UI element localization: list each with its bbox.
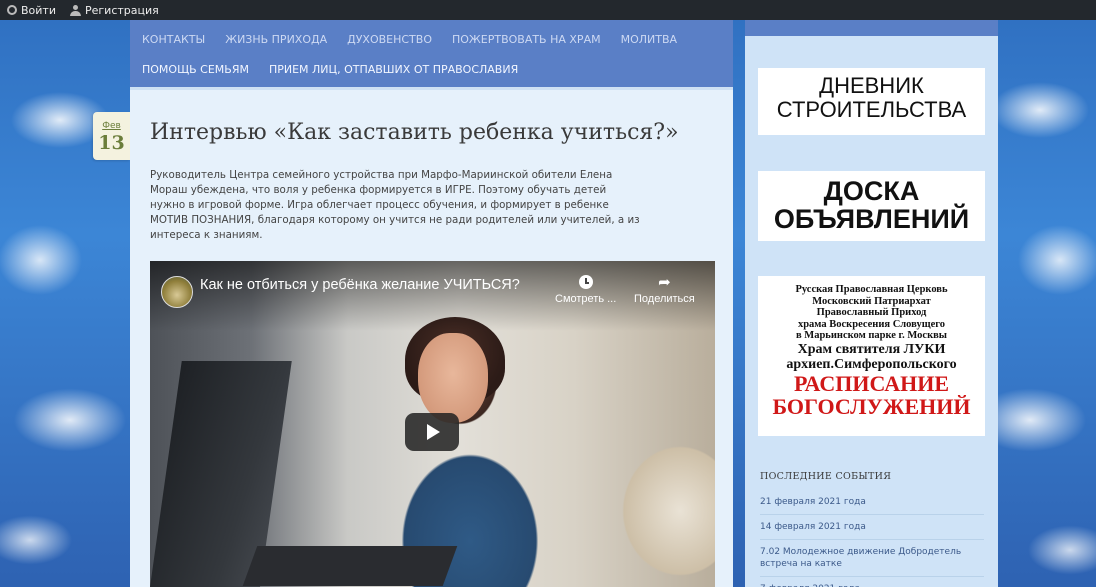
nav-separator bbox=[130, 87, 733, 90]
channel-avatar[interactable] bbox=[161, 276, 193, 308]
login-link[interactable]: Войти bbox=[0, 0, 63, 20]
nav-item-clergy[interactable]: ДУХОВЕНСТВО bbox=[347, 33, 432, 46]
post-date-day: 13 bbox=[98, 132, 125, 154]
watch-later-label: Смотреть ... bbox=[555, 293, 617, 305]
recent-events-heading: ПОСЛЕДНИЕ СОБЫТИЯ bbox=[760, 471, 892, 482]
clock-icon bbox=[578, 275, 593, 289]
bulletin-board-banner[interactable]: ДОСКА ОБЪЯВЛЕНИЙ bbox=[758, 171, 985, 241]
play-button[interactable] bbox=[405, 413, 459, 451]
nav-item-reception[interactable]: ПРИЕМ ЛИЦ, ОТПАВШИХ ОТ ПРАВОСЛАВИЯ bbox=[269, 63, 518, 76]
banner3-line-1: Русская Православная Церковь bbox=[795, 284, 948, 295]
admin-bar: Войти Регистрация bbox=[0, 0, 1096, 20]
register-label: Регистрация bbox=[84, 3, 159, 17]
post-date-badge[interactable]: Фев 13 bbox=[93, 112, 130, 160]
nav-item-family-help[interactable]: ПОМОЩЬ СЕМЬЯМ bbox=[142, 63, 249, 76]
nav-item-prayer[interactable]: МОЛИТВА bbox=[621, 33, 677, 46]
construction-diary-banner[interactable]: ДНЕВНИК СТРОИТЕЛЬСТВА bbox=[758, 68, 985, 135]
share-label: Поделиться bbox=[634, 293, 695, 305]
service-schedule-banner[interactable]: Русская Православная Церковь Московский … bbox=[758, 276, 985, 436]
banner2-line-2: ОБЪЯВЛЕНИЙ bbox=[773, 204, 970, 234]
nav-row-2: ПОМОЩЬ СЕМЬЯМ ПРИЕМ ЛИЦ, ОТПАВШИХ ОТ ПРА… bbox=[130, 63, 538, 76]
key-icon bbox=[7, 5, 17, 15]
share-button[interactable]: ➦ Поделиться bbox=[634, 273, 695, 305]
banner3-line-4: храма Воскресения Словущего bbox=[797, 318, 946, 330]
register-link[interactable]: Регистрация bbox=[63, 0, 166, 20]
event-link[interactable]: 14 февраля 2021 года bbox=[760, 515, 984, 540]
banner3-red-2: БОГОСЛУЖЕНИЙ bbox=[772, 393, 971, 419]
banner2-line-1: ДОСКА bbox=[823, 176, 920, 206]
login-label: Войти bbox=[21, 3, 56, 17]
user-icon bbox=[69, 4, 81, 16]
banner3-line-2: Московский Патриархат bbox=[812, 295, 931, 307]
nav-item-parish-life[interactable]: ЖИЗНЬ ПРИХОДА bbox=[225, 33, 327, 46]
nav-item-donate[interactable]: ПОЖЕРТВОВАТЬ НА ХРАМ bbox=[452, 33, 601, 46]
banner3-line-3: Православный Приход bbox=[816, 307, 927, 318]
banner1-line-1: ДНЕВНИК bbox=[819, 73, 924, 98]
post-excerpt: Руководитель Центра семейного устройства… bbox=[150, 169, 640, 241]
banner1-line-2: СТРОИТЕЛЬСТВА bbox=[776, 97, 967, 122]
watch-later-button[interactable]: Смотреть ... bbox=[555, 273, 616, 305]
post-date-month[interactable]: Фев bbox=[93, 121, 130, 131]
video-title[interactable]: Как не отбиться у ребёнка желание УЧИТЬС… bbox=[200, 277, 520, 293]
share-icon: ➦ bbox=[658, 274, 671, 291]
nav-row-1: КОНТАКТЫ ЖИЗНЬ ПРИХОДА ДУХОВЕНСТВО ПОЖЕР… bbox=[130, 33, 697, 46]
main-navigation: КОНТАКТЫ ЖИЗНЬ ПРИХОДА ДУХОВЕНСТВО ПОЖЕР… bbox=[130, 20, 733, 87]
banner3-big-2: архиеп.Симферопольского bbox=[786, 356, 957, 372]
banner3-red-1: РАСПИСАНИЕ bbox=[793, 370, 950, 396]
post-title[interactable]: Интервью «Как заставить ребенка учиться?… bbox=[150, 120, 679, 145]
nav-item-contacts[interactable]: КОНТАКТЫ bbox=[142, 33, 205, 46]
event-link[interactable]: 21 февраля 2021 года bbox=[760, 492, 984, 515]
video-frame-face bbox=[418, 333, 488, 423]
banner3-big-1: Храм святителя ЛУКИ bbox=[797, 341, 946, 357]
event-link[interactable]: 7.02 Молодежное движение Добродетель вст… bbox=[760, 540, 984, 577]
recent-events-list: 21 февраля 2021 года 14 февраля 2021 год… bbox=[760, 492, 984, 587]
main-content: КОНТАКТЫ ЖИЗНЬ ПРИХОДА ДУХОВЕНСТВО ПОЖЕР… bbox=[130, 20, 733, 587]
banner3-line-5: в Марьинском парке г. Москвы bbox=[796, 330, 947, 341]
sidebar-top-bar bbox=[745, 20, 998, 36]
sidebar: ДНЕВНИК СТРОИТЕЛЬСТВА ДОСКА ОБЪЯВЛЕНИЙ Р… bbox=[745, 20, 998, 587]
video-frame-keyboard bbox=[242, 546, 458, 586]
event-link[interactable]: 7 февраля 2021 года bbox=[760, 577, 984, 587]
video-embed[interactable]: Как не отбиться у ребёнка желание УЧИТЬС… bbox=[150, 261, 715, 587]
video-title-shade bbox=[150, 261, 715, 331]
